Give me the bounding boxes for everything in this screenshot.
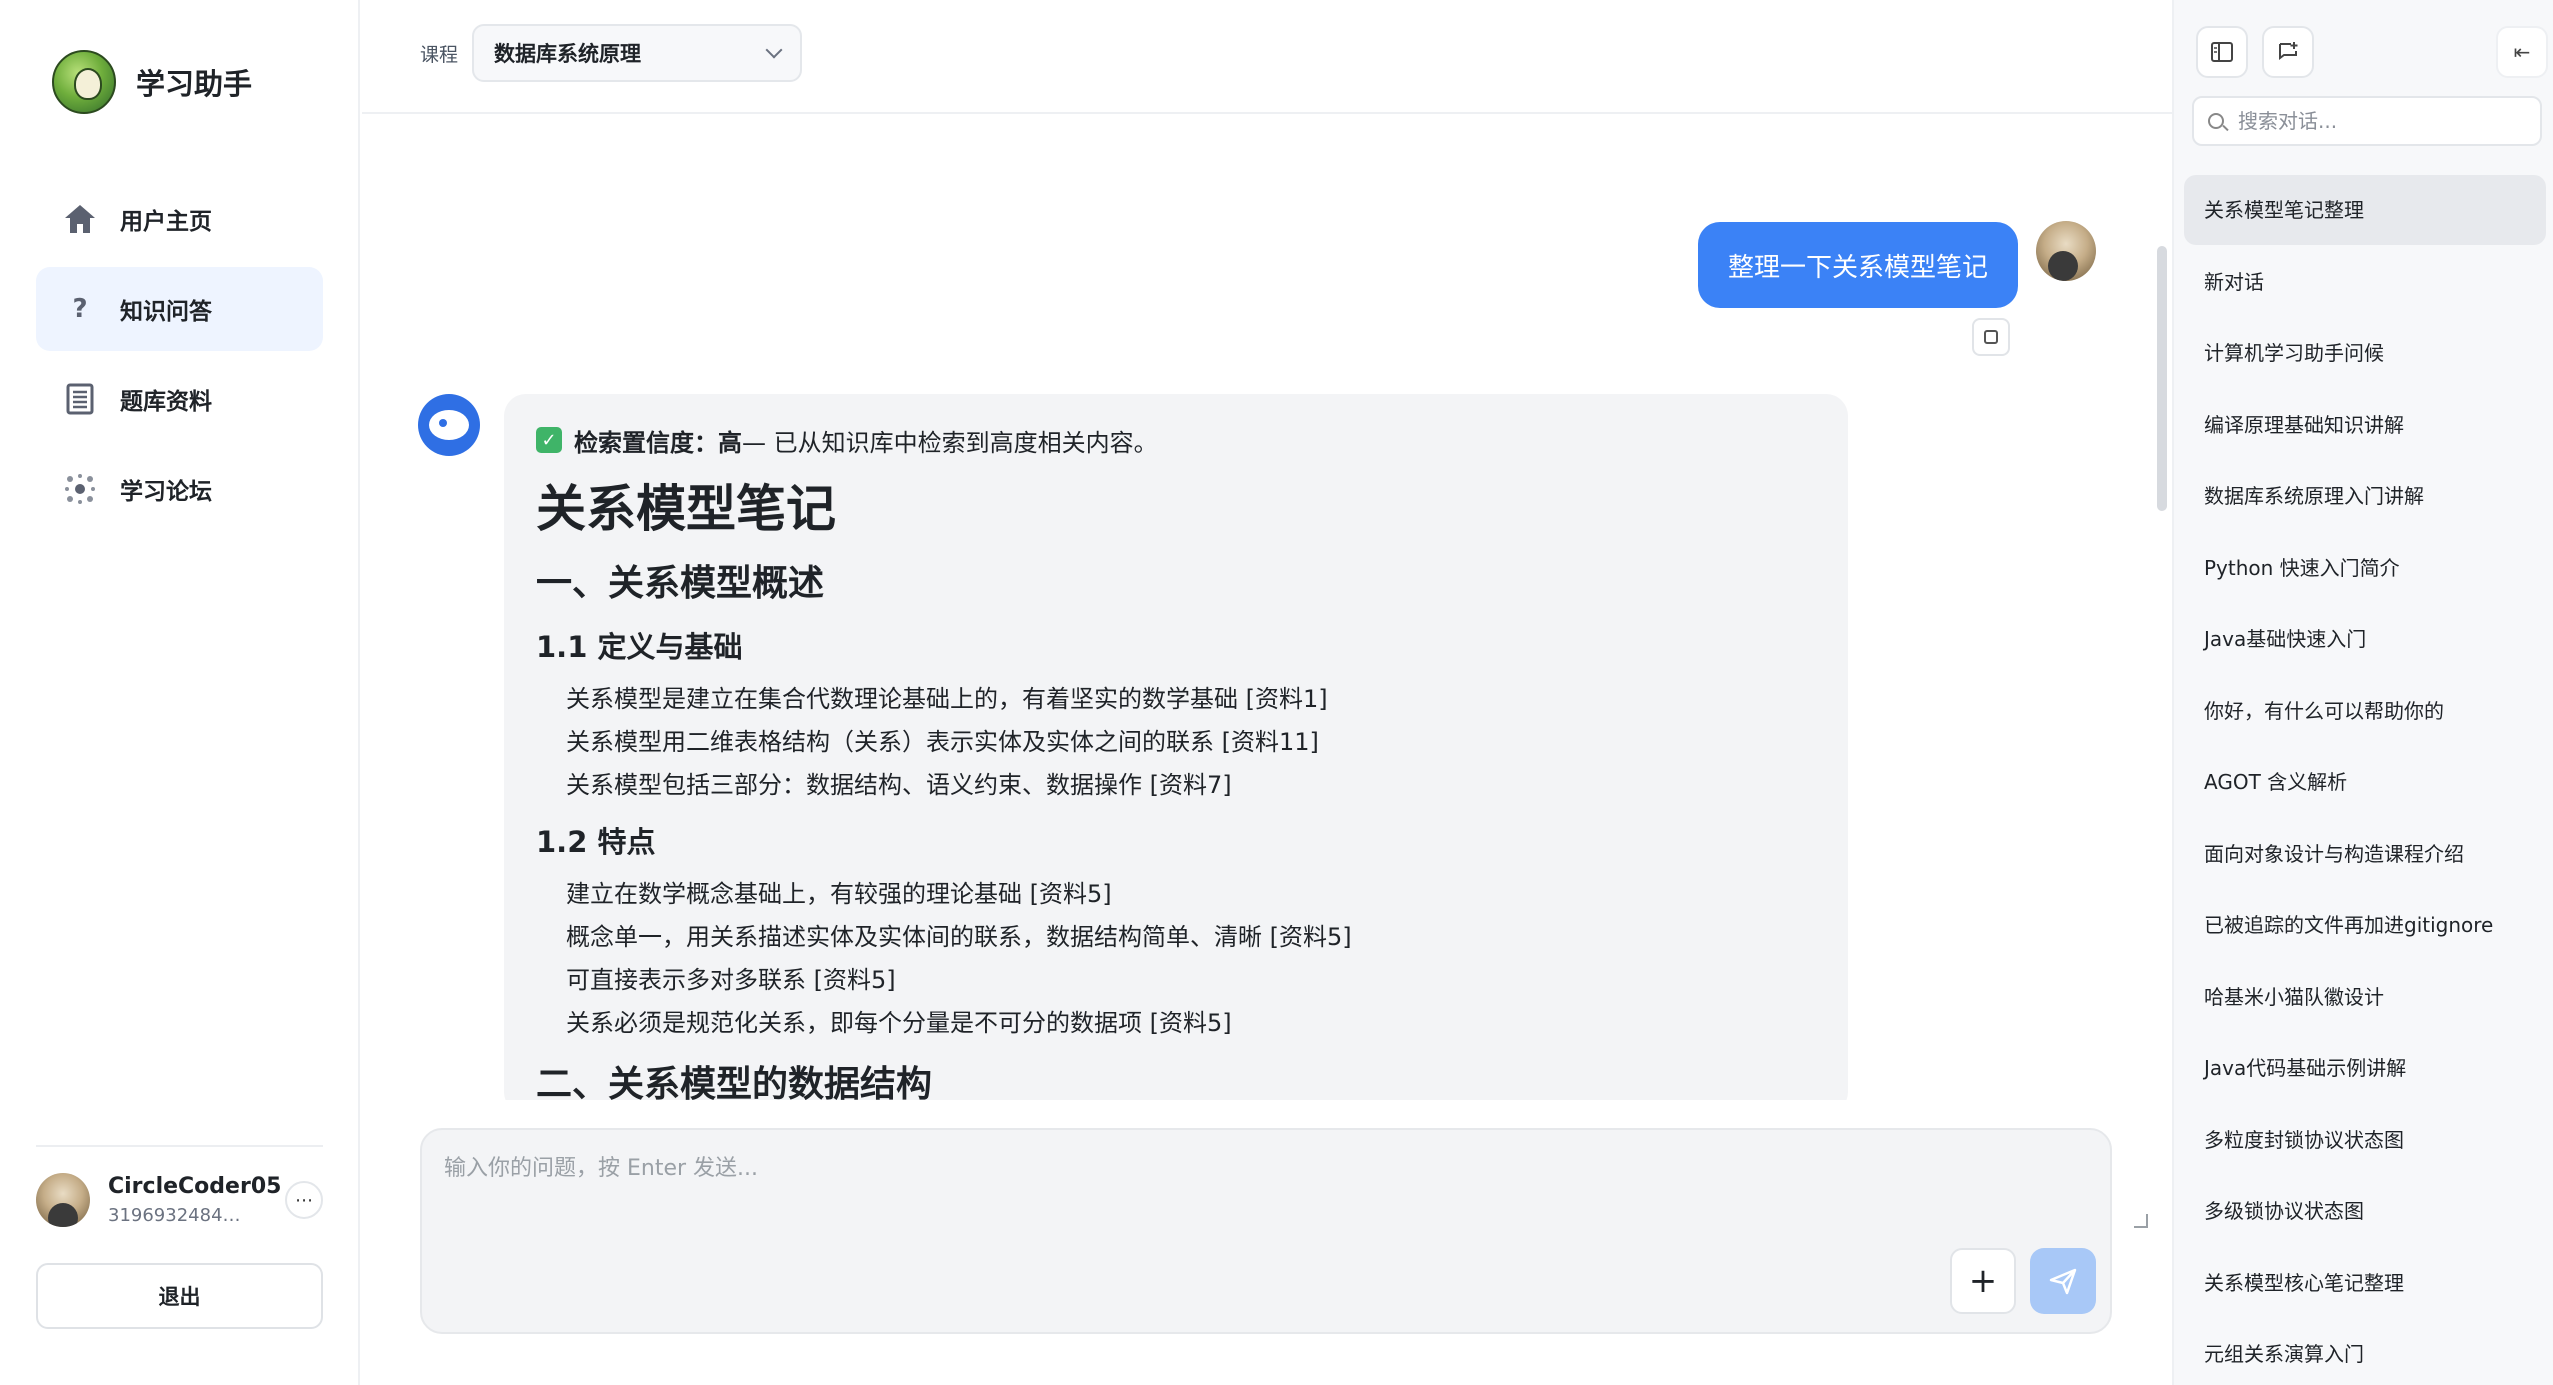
list-item: 概念单一，用关系描述实体及实体间的联系，数据结构简单、清晰 [资料5] — [566, 923, 1352, 951]
course-label: 课程 — [420, 44, 459, 66]
list-item[interactable]: 关系模型核心笔记整理 — [2184, 1248, 2546, 1318]
confidence-detail: — 已从知识库中检索到高度相关内容。 — [742, 428, 1158, 457]
nav-item-label: 知识问答 — [120, 299, 212, 325]
logout-button[interactable]: 退出 — [36, 1263, 323, 1329]
composer: + — [420, 1128, 2148, 1334]
list-item[interactable]: 编译原理基础知识讲解 — [2184, 390, 2546, 460]
list-item[interactable]: 多级锁协议状态图 — [2184, 1176, 2546, 1246]
send-icon — [2049, 1268, 2077, 1295]
assistant-message-bubble: ✓ 检索置信度：高 — 已从知识库中检索到高度相关内容。 关系模型笔记 一、关系… — [504, 394, 1848, 1100]
panel-icon — [2211, 42, 2233, 62]
list-item[interactable]: 关系模型笔记整理 — [2184, 175, 2546, 245]
app-logo-icon — [52, 50, 116, 114]
confidence-line: ✓ 检索置信度：高 — 已从知识库中检索到高度相关内容。 — [536, 420, 1816, 460]
list-item[interactable]: Java基础快速入门 — [2184, 604, 2546, 674]
nav-item-forum[interactable]: 学习论坛 — [36, 447, 323, 531]
left-sidebar: 学习助手 用户主页 ? 知识问答 题库资料 学习论坛 CircleCoder05… — [0, 0, 360, 1385]
nav-item-label: 学习论坛 — [120, 479, 212, 505]
section-heading: 二、关系模型的数据结构 — [536, 1064, 933, 1100]
question-icon: ? — [72, 294, 88, 324]
list-item[interactable]: AGOT 含义解析 — [2184, 747, 2546, 817]
user-message-avatar — [2036, 221, 2096, 281]
nav-item-label: 用户主页 — [120, 209, 212, 235]
new-chat-icon — [2279, 42, 2298, 60]
section-heading: 一、关系模型概述 — [536, 563, 825, 604]
list-item[interactable]: 新对话 — [2184, 247, 2546, 317]
list-item: 关系模型用二维表格结构（关系）表示实体及实体之间的联系 [资料11] — [566, 728, 1319, 756]
new-chat-button[interactable] — [2262, 26, 2314, 78]
list-item: 建立在数学概念基础上，有较强的理论基础 [资料5] — [566, 880, 1112, 908]
list-item[interactable]: 你好，有什么可以帮助你的 — [2184, 676, 2546, 746]
list-item: 关系必须是规范化关系，即每个分量是不可分的数据项 [资料5] — [566, 1009, 1232, 1037]
more-options-button[interactable]: ⋯ — [285, 1181, 323, 1219]
nav-item-question-bank[interactable]: 题库资料 — [36, 357, 323, 441]
main-nav: 用户主页 ? 知识问答 题库资料 学习论坛 — [36, 177, 323, 537]
list-item[interactable]: Java代码基础示例讲解 — [2184, 1033, 2546, 1103]
list-item: 可直接表示多对多联系 [资料5] — [566, 966, 896, 994]
chat-area[interactable]: 整理一下关系模型笔记 ✓ 检索置信度：高 — 已从知识库中检索到高度相关内容。 … — [362, 116, 2172, 1100]
copy-button[interactable] — [1972, 318, 2010, 356]
list-item: 关系模型是建立在集合代数理论基础上的，有着坚实的数学基础 [资料1] — [566, 685, 1328, 713]
collapse-icon: ⇤ — [2513, 40, 2531, 64]
confidence-label: 检索置信度：高 — [574, 428, 742, 457]
list-item: 关系模型包括三部分：数据结构、语义约束、数据操作 [资料7] — [566, 771, 1232, 799]
history-search — [2192, 96, 2542, 146]
ellipsis-icon: ⋯ — [295, 1189, 313, 1211]
forum-icon — [62, 471, 98, 507]
list-item[interactable]: Python 快速入门简介 — [2184, 533, 2546, 603]
copy-icon — [1979, 325, 1998, 344]
nav-item-qa[interactable]: ? 知识问答 — [36, 267, 323, 351]
nav-item-label: 题库资料 — [120, 389, 212, 415]
collapse-sidebar-button[interactable]: ⇤ — [2496, 26, 2548, 78]
list-item[interactable]: 多粒度封锁协议状态图 — [2184, 1105, 2546, 1175]
course-select[interactable]: 数据库系统原理 — [472, 24, 802, 82]
app-name: 学习助手 — [136, 67, 253, 101]
list-item[interactable]: 面向对象设计与构造课程介绍 — [2184, 819, 2546, 889]
history-search-input[interactable] — [2238, 109, 2528, 133]
course-bar: 课程 数据库系统原理 — [362, 0, 2172, 114]
subsection-heading: 1.1 定义与基础 — [536, 630, 743, 664]
list-item[interactable]: 数据库系统原理入门讲解 — [2184, 461, 2546, 531]
main-panel: 课程 数据库系统原理 整理一下关系模型笔记 ✓ 检索置信度：高 — 已从知识库中… — [362, 0, 2172, 1385]
subsection-heading: 1.2 特点 — [536, 825, 656, 859]
list-item[interactable]: 元组关系演算入门 — [2184, 1319, 2546, 1385]
answer-title: 关系模型笔记 — [536, 480, 836, 538]
user-email: 3196932484@q… — [108, 1205, 258, 1226]
nav-item-home[interactable]: 用户主页 — [36, 177, 323, 261]
chat-scrollbar[interactable] — [2157, 246, 2167, 511]
user-message-bubble: 整理一下关系模型笔记 — [1698, 222, 2019, 308]
list-item[interactable]: 哈基米小猫队徽设计 — [2184, 962, 2546, 1032]
resize-handle-icon[interactable] — [2134, 1214, 2148, 1228]
bullet-list: 建立在数学概念基础上，有较强的理论基础 [资料5] 概念单一，用关系描述实体及实… — [536, 873, 1816, 1045]
assistant-avatar — [418, 394, 480, 456]
user-name: CircleCoder05 — [108, 1174, 282, 1199]
check-icon: ✓ — [536, 427, 562, 453]
home-icon — [62, 201, 98, 237]
avatar[interactable] — [36, 1173, 90, 1227]
user-panel: CircleCoder05 3196932484@q… ⋯ 退出 — [36, 1145, 323, 1329]
course-selected-value: 数据库系统原理 — [494, 42, 641, 66]
add-attachment-button[interactable]: + — [1950, 1248, 2016, 1314]
search-icon — [2208, 113, 2224, 129]
conversation-list: 关系模型笔记整理 新对话 计算机学习助手问候 编译原理基础知识讲解 数据库系统原… — [2184, 175, 2546, 1385]
document-icon — [62, 381, 98, 417]
bot-icon — [429, 410, 469, 440]
send-button[interactable] — [2030, 1248, 2096, 1314]
bullet-list: 关系模型是建立在集合代数理论基础上的，有着坚实的数学基础 [资料1] 关系模型用… — [536, 678, 1816, 807]
brand[interactable]: 学习助手 — [52, 50, 252, 114]
toggle-panel-button[interactable] — [2196, 26, 2248, 78]
history-sidebar: ⇤ 关系模型笔记整理 新对话 计算机学习助手问候 编译原理基础知识讲解 数据库系… — [2172, 0, 2553, 1385]
question-input[interactable] — [440, 1142, 2090, 1262]
chevron-down-icon — [765, 41, 783, 59]
list-item[interactable]: 已被追踪的文件再加进gitignore — [2184, 890, 2546, 960]
list-item[interactable]: 计算机学习助手问候 — [2184, 318, 2546, 388]
